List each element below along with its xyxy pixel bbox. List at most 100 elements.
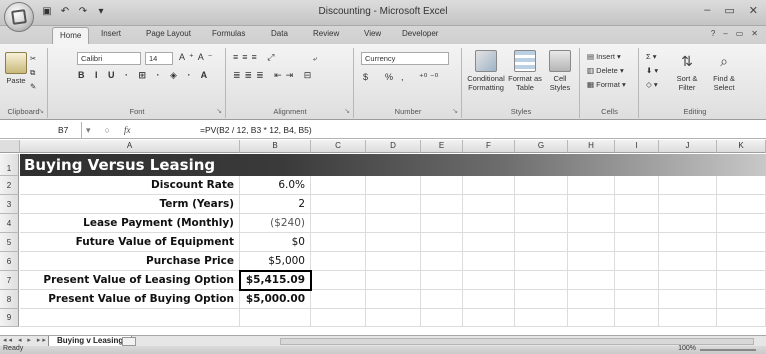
- grid-cell[interactable]: [311, 233, 366, 252]
- grid-cell[interactable]: [515, 176, 568, 195]
- row-header-8[interactable]: 8: [0, 290, 19, 309]
- zoom-level[interactable]: 100%: [678, 345, 696, 352]
- formula-input[interactable]: =PV(B2 / 12, B3 * 12, B4, B5): [200, 122, 312, 138]
- format-painter-icon[interactable]: ✎: [30, 82, 36, 91]
- maximize-button[interactable]: ▭: [724, 4, 734, 17]
- grid-cell[interactable]: [568, 176, 615, 195]
- grid-cell[interactable]: [659, 214, 717, 233]
- grid-cell[interactable]: [366, 214, 421, 233]
- conditional-formatting-button[interactable]: Conditional Formatting: [465, 50, 507, 92]
- comma-style-button[interactable]: ,: [401, 72, 404, 82]
- label-pv-leasing[interactable]: Present Value of Leasing Option: [20, 271, 240, 290]
- grid-cell[interactable]: [568, 271, 615, 290]
- column-header-d[interactable]: D: [366, 140, 421, 153]
- grid-cell[interactable]: [659, 176, 717, 195]
- delete-cells-button[interactable]: ▥ Delete ▾: [587, 66, 624, 75]
- grid-cell[interactable]: [717, 271, 766, 290]
- office-button[interactable]: [4, 2, 34, 32]
- grid-cell[interactable]: [615, 214, 659, 233]
- name-box-dropdown-icon[interactable]: ▾: [86, 125, 91, 136]
- grid-cell[interactable]: [515, 214, 568, 233]
- value-term-years[interactable]: 2: [240, 195, 311, 214]
- column-header-b[interactable]: B: [240, 140, 311, 153]
- grid-cell[interactable]: [463, 271, 515, 290]
- decimal-adjust-icons[interactable]: ⁺⁰ ⁻⁰: [419, 72, 438, 83]
- grid-cell[interactable]: [421, 176, 463, 195]
- tab-insert[interactable]: Insert: [101, 29, 121, 38]
- grid-cell[interactable]: [311, 252, 366, 271]
- grid-cell[interactable]: [659, 290, 717, 309]
- grid-cell[interactable]: [515, 290, 568, 309]
- column-header-e[interactable]: E: [421, 140, 463, 153]
- tab-page-layout[interactable]: Page Layout: [146, 29, 191, 38]
- grid-cell[interactable]: [421, 252, 463, 271]
- workbook-close-button[interactable]: ✕: [751, 29, 758, 38]
- grid-cell[interactable]: [659, 233, 717, 252]
- font-dialog-launcher-icon[interactable]: ↘: [216, 107, 222, 115]
- grid-cell[interactable]: [615, 309, 659, 327]
- grid-cell[interactable]: [463, 195, 515, 214]
- grid-cell[interactable]: [463, 290, 515, 309]
- grid-cell[interactable]: [240, 309, 311, 327]
- grid-cell[interactable]: [615, 176, 659, 195]
- grid-cell[interactable]: [717, 290, 766, 309]
- number-dialog-launcher-icon[interactable]: ↘: [452, 107, 458, 115]
- grid-cell[interactable]: [615, 271, 659, 290]
- label-future-value[interactable]: Future Value of Equipment: [20, 233, 240, 252]
- grid-cell[interactable]: [366, 195, 421, 214]
- expand-icon[interactable]: ○: [105, 125, 110, 135]
- grid-cell[interactable]: [568, 195, 615, 214]
- grid-cell[interactable]: [463, 233, 515, 252]
- clipboard-dialog-launcher-icon[interactable]: ↘: [38, 107, 44, 115]
- grid-cell[interactable]: [568, 290, 615, 309]
- grid-cell[interactable]: [568, 252, 615, 271]
- label-purchase-price[interactable]: Purchase Price: [20, 252, 240, 271]
- tab-view[interactable]: View: [364, 29, 381, 38]
- tab-data[interactable]: Data: [271, 29, 288, 38]
- grid-cell[interactable]: [421, 233, 463, 252]
- grid-cell[interactable]: [421, 290, 463, 309]
- bold-italic-underline-icons[interactable]: B I U · ⊞ · ◈ · A: [78, 70, 211, 81]
- grid-cell[interactable]: [717, 214, 766, 233]
- tab-developer[interactable]: Developer: [402, 29, 438, 38]
- tab-review[interactable]: Review: [313, 29, 339, 38]
- grid-cell[interactable]: [311, 195, 366, 214]
- font-family-select[interactable]: Calibri: [77, 52, 141, 65]
- grid-cell[interactable]: [311, 309, 366, 327]
- row-header-5[interactable]: 5: [0, 233, 19, 252]
- grid-cell[interactable]: [515, 309, 568, 327]
- insert-sheet-icon[interactable]: [122, 337, 136, 346]
- grid-cell[interactable]: [659, 309, 717, 327]
- grid-cell[interactable]: [311, 271, 366, 290]
- value-purchase-price[interactable]: $5,000: [240, 252, 311, 271]
- row-header-7[interactable]: 7: [0, 271, 19, 290]
- select-all-corner[interactable]: [0, 140, 20, 153]
- grid-cell[interactable]: [515, 233, 568, 252]
- tab-home[interactable]: Home: [52, 27, 90, 44]
- grid-cell[interactable]: [366, 252, 421, 271]
- alignment-dialog-launcher-icon[interactable]: ↘: [344, 107, 350, 115]
- grid-cell[interactable]: [717, 309, 766, 327]
- format-cells-button[interactable]: ▦ Format ▾: [587, 80, 626, 89]
- close-button[interactable]: ✕: [749, 4, 758, 17]
- horizontal-align-icons[interactable]: ≣≣≣ ⇤⇥ ⊟: [233, 70, 315, 81]
- column-header-i[interactable]: I: [615, 140, 659, 153]
- grid-cell[interactable]: [311, 290, 366, 309]
- label-lease-payment[interactable]: Lease Payment (Monthly): [20, 214, 240, 233]
- grid-cell[interactable]: [717, 233, 766, 252]
- vertical-align-icons[interactable]: ≡≡≡ ⤢: [233, 52, 278, 63]
- value-pv-buying[interactable]: $5,000.00: [240, 290, 311, 309]
- grid-cell[interactable]: [515, 195, 568, 214]
- insert-function-button[interactable]: fx: [124, 125, 131, 135]
- grid-cell[interactable]: [463, 309, 515, 327]
- grid-cell[interactable]: [717, 195, 766, 214]
- grid-cell[interactable]: [311, 214, 366, 233]
- grid-cell[interactable]: [311, 176, 366, 195]
- grid-cell[interactable]: [366, 290, 421, 309]
- autosum-icon[interactable]: Σ ▾: [646, 52, 657, 61]
- clear-icon[interactable]: ◇ ▾: [646, 80, 658, 89]
- value-future-value[interactable]: $0: [240, 233, 311, 252]
- row-header-4[interactable]: 4: [0, 214, 19, 233]
- grid-cell[interactable]: [568, 233, 615, 252]
- column-header-h[interactable]: H: [568, 140, 615, 153]
